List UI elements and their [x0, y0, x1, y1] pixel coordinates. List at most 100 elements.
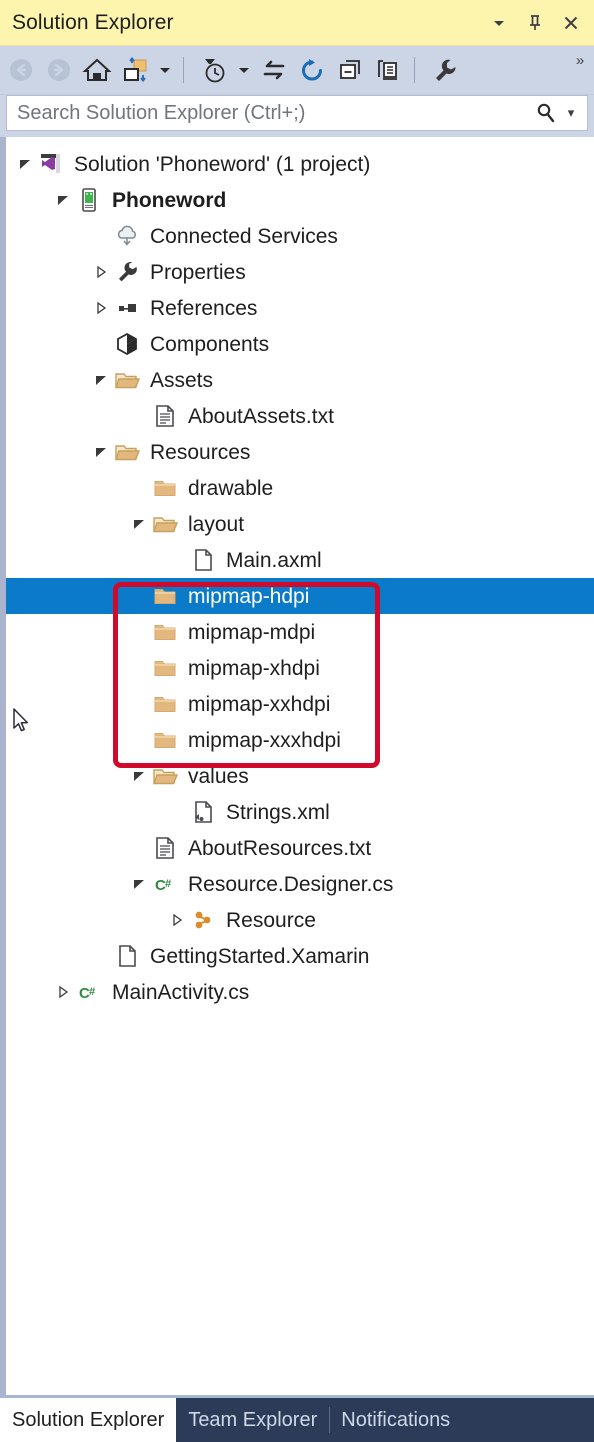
- tab-notifications[interactable]: Notifications: [329, 1398, 462, 1442]
- expander-expanded-icon[interactable]: [128, 506, 150, 542]
- forward-button[interactable]: [42, 50, 76, 90]
- expander-collapsed-icon[interactable]: [52, 974, 74, 1010]
- tree-row[interactable]: drawable: [6, 470, 594, 506]
- triangle-down-icon: [58, 196, 68, 205]
- back-button[interactable]: [4, 50, 38, 90]
- tree-row[interactable]: values: [6, 758, 594, 794]
- indent-spacer: [6, 920, 166, 921]
- tree-row[interactable]: C # Resource.Designer.cs: [6, 866, 594, 902]
- pending-changes-dropdown[interactable]: [156, 50, 174, 90]
- indent-spacer: [6, 416, 128, 417]
- tree-row[interactable]: Components: [6, 326, 594, 362]
- triangle-right-icon: [173, 913, 183, 927]
- tree-row-icon: [150, 509, 180, 539]
- pin-window-button[interactable]: [520, 8, 550, 38]
- expander-expanded-icon[interactable]: [14, 146, 36, 182]
- tree-row[interactable]: Resources: [6, 434, 594, 470]
- tree-row[interactable]: mipmap-hdpi: [6, 578, 594, 614]
- tree-row[interactable]: GettingStarted.Xamarin: [6, 938, 594, 974]
- tree-row-label: mipmap-xxxhdpi: [188, 728, 341, 752]
- indent-spacer: [6, 452, 90, 453]
- tree-row[interactable]: Main.axml: [6, 542, 594, 578]
- tree-row-icon: [188, 797, 218, 827]
- history-dropdown[interactable]: [235, 50, 253, 90]
- solution-scope-icon: [124, 56, 147, 83]
- indent-spacer: [6, 776, 128, 777]
- indent-spacer: [6, 596, 128, 597]
- closed-folder-icon: [154, 661, 176, 676]
- expander-expanded-icon[interactable]: [90, 362, 112, 398]
- tree-row[interactable]: mipmap-xhdpi: [6, 650, 594, 686]
- collapse-all-button[interactable]: [333, 50, 367, 90]
- csharp-file-icon: C #: [155, 877, 171, 894]
- show-all-files-button[interactable]: [371, 50, 405, 90]
- expander-collapsed-icon[interactable]: [90, 290, 112, 326]
- triangle-down-icon: [96, 376, 106, 385]
- home-button[interactable]: [80, 50, 114, 90]
- tree-row[interactable]: mipmap-xxhdpi: [6, 686, 594, 722]
- references-icon: [119, 304, 136, 312]
- expander-placeholder: [90, 326, 112, 362]
- expander-expanded-icon[interactable]: [128, 866, 150, 902]
- expander-collapsed-icon[interactable]: [166, 902, 188, 938]
- tree-row-label: Solution 'Phoneword' (1 project): [74, 152, 371, 176]
- tree-row-label: mipmap-mdpi: [188, 620, 316, 644]
- sync-with-active-document-button[interactable]: [257, 50, 291, 90]
- search-options-dropdown[interactable]: ▾: [563, 105, 587, 121]
- home-icon: [82, 58, 112, 81]
- window-menu-dropdown[interactable]: [484, 8, 514, 38]
- tree-row[interactable]: Resource: [6, 902, 594, 938]
- tree-row[interactable]: AboutAssets.txt: [6, 398, 594, 434]
- expander-expanded-icon[interactable]: [90, 434, 112, 470]
- pin-icon: [530, 14, 540, 30]
- indent-spacer: [6, 200, 52, 201]
- connected-services-cloud-icon: [117, 225, 136, 246]
- indent-spacer: [6, 956, 90, 957]
- tree-row-label: Resource: [226, 908, 316, 932]
- refresh-button[interactable]: [295, 50, 329, 90]
- indent-spacer: [6, 344, 90, 345]
- indent-spacer: [6, 380, 90, 381]
- tree-row[interactable]: Strings.xml: [6, 794, 594, 830]
- triangle-down-icon: [20, 160, 30, 169]
- tab-team-explorer[interactable]: Team Explorer: [176, 1398, 329, 1442]
- indent-spacer: [6, 632, 128, 633]
- triangle-down-icon: [96, 448, 106, 457]
- tree-row[interactable]: Assets: [6, 362, 594, 398]
- tree-row[interactable]: AboutResources.txt: [6, 830, 594, 866]
- blank-file-icon: [119, 945, 136, 967]
- tree-row-label: mipmap-xxhdpi: [188, 692, 331, 716]
- tree-row[interactable]: mipmap-xxxhdpi: [6, 722, 594, 758]
- pending-changes-button[interactable]: [118, 50, 152, 90]
- search-icon-button[interactable]: [529, 96, 563, 130]
- history-button[interactable]: [197, 50, 231, 90]
- tree-row-label: values: [188, 764, 249, 788]
- blank-file-icon: [195, 549, 212, 571]
- tree-row[interactable]: C # MainActivity.cs: [6, 974, 594, 1010]
- open-folder-icon: [115, 373, 140, 389]
- close-window-button[interactable]: [556, 8, 586, 38]
- tree-row[interactable]: Solution 'Phoneword' (1 project): [6, 146, 594, 182]
- expander-expanded-icon[interactable]: [128, 758, 150, 794]
- tree-row[interactable]: mipmap-mdpi: [6, 614, 594, 650]
- expander-expanded-icon[interactable]: [52, 182, 74, 218]
- tree-row-icon: [150, 689, 180, 719]
- properties-button[interactable]: [428, 50, 462, 90]
- clock-filter-icon: [205, 59, 225, 83]
- wrench-icon: [119, 262, 137, 282]
- tree-row[interactable]: Properties: [6, 254, 594, 290]
- open-folder-icon: [153, 769, 178, 785]
- tab-solution-explorer[interactable]: Solution Explorer: [0, 1398, 177, 1442]
- expander-placeholder: [128, 398, 150, 434]
- tree-row[interactable]: References: [6, 290, 594, 326]
- tree-row[interactable]: Connected Services: [6, 218, 594, 254]
- solution-tree-container[interactable]: Solution 'Phoneword' (1 project) Phonewor…: [0, 137, 594, 1395]
- tree-row[interactable]: layout: [6, 506, 594, 542]
- search-input[interactable]: Search Solution Explorer (Ctrl+;): [7, 102, 529, 125]
- search-box[interactable]: Search Solution Explorer (Ctrl+;) ▾: [6, 95, 588, 131]
- show-all-files-icon: [378, 60, 397, 80]
- expander-collapsed-icon[interactable]: [90, 254, 112, 290]
- toolbar-overflow-button[interactable]: »: [570, 46, 590, 100]
- tree-row-icon: C #: [74, 977, 104, 1007]
- tree-row[interactable]: Phoneword: [6, 182, 594, 218]
